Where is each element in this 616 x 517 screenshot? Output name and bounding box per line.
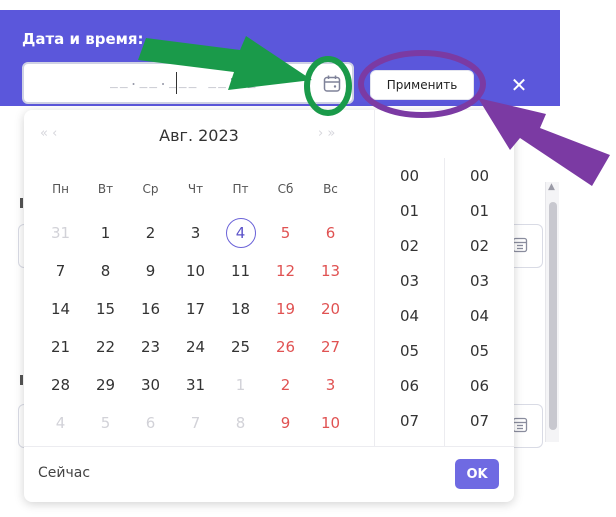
purple-highlight-ellipse [358, 50, 486, 118]
green-arrow [138, 36, 312, 90]
purple-arrow [478, 98, 610, 186]
annotation-overlay [138, 36, 610, 186]
green-highlight-ellipse [304, 56, 352, 116]
